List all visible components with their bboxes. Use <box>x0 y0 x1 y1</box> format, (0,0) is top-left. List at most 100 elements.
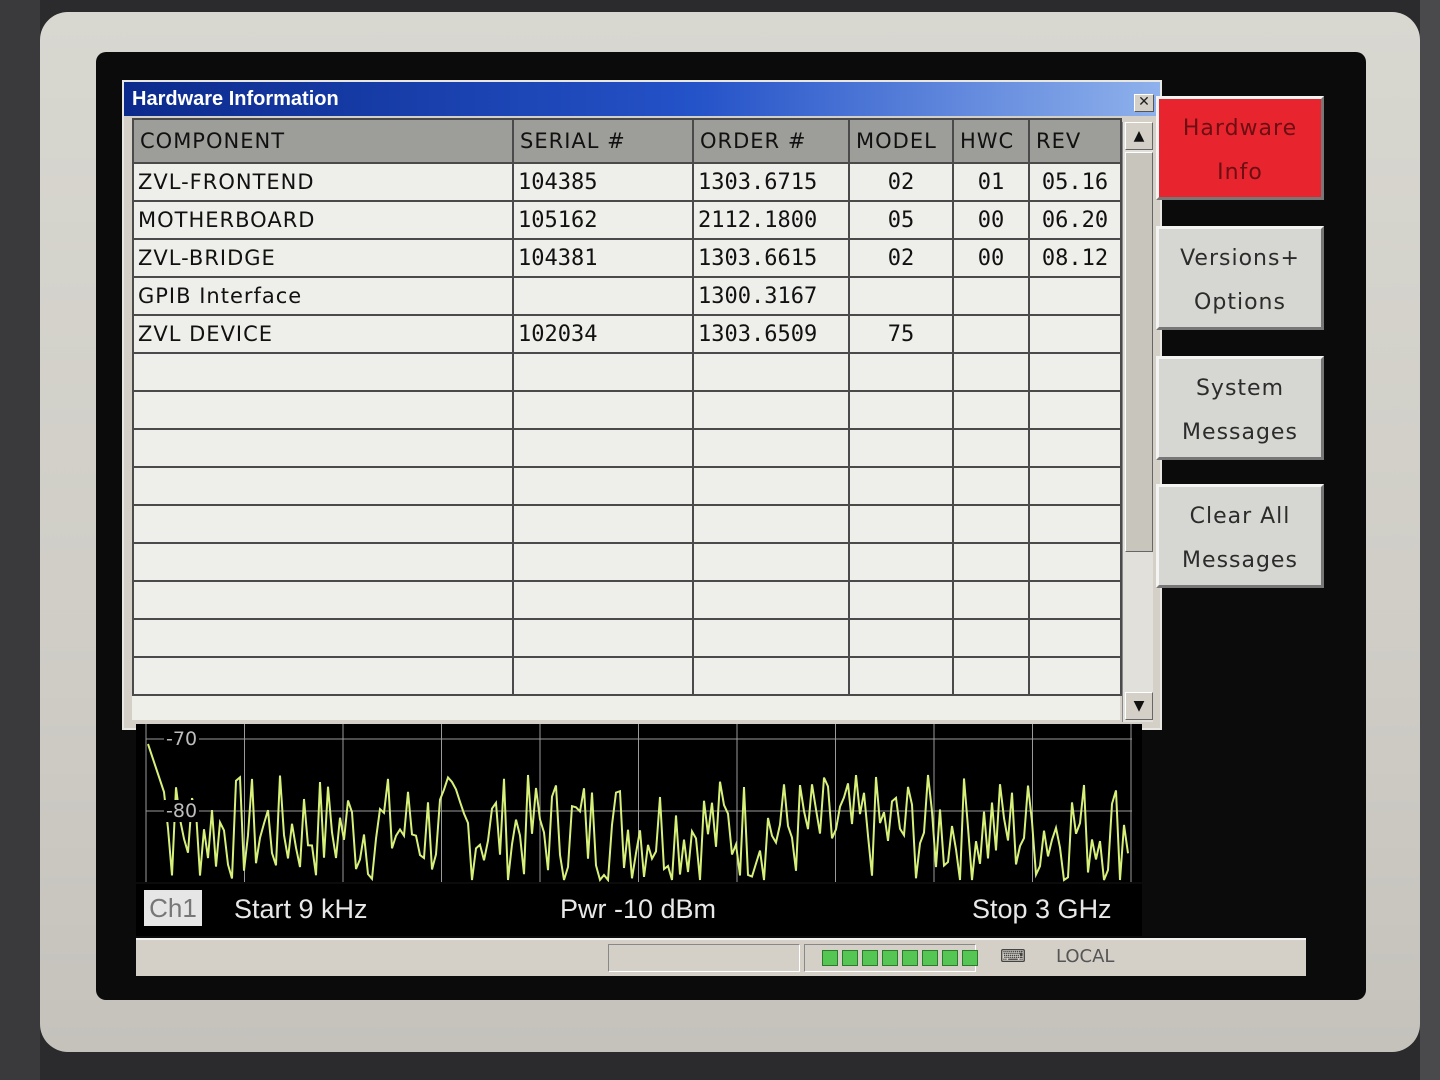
table-cell <box>1028 542 1122 582</box>
table-cell <box>1028 580 1122 620</box>
table-row[interactable] <box>132 352 1122 392</box>
table-cell <box>848 428 954 468</box>
table-row[interactable]: GPIB Interface 1300.3167 <box>132 276 1122 316</box>
right-edge <box>1420 0 1440 1080</box>
scroll-up-icon[interactable]: ▲ <box>1125 122 1153 150</box>
table-cell: 02 <box>848 238 954 278</box>
table-cell: 102034 <box>512 314 694 354</box>
table-cell <box>848 504 954 544</box>
table-row[interactable] <box>132 390 1122 430</box>
table-cell <box>848 390 954 430</box>
led-icon <box>942 950 958 966</box>
table-cell <box>952 618 1030 658</box>
table-cell: 00 <box>952 200 1030 240</box>
header-component[interactable]: COMPONENT <box>132 118 514 164</box>
table-cell <box>512 276 694 316</box>
table-row[interactable] <box>132 504 1122 544</box>
led-icon <box>882 950 898 966</box>
start-frequency: Start 9 kHz <box>234 894 368 924</box>
table-cell <box>952 656 1030 696</box>
table-cell <box>132 618 514 658</box>
table-cell: 104385 <box>512 162 694 202</box>
table-row[interactable] <box>132 428 1122 468</box>
softkey-label-line1: Hardware <box>1182 116 1298 141</box>
table-cell: 105162 <box>512 200 694 240</box>
table-cell: GPIB Interface <box>132 276 514 316</box>
table-cell: ZVL-BRIDGE <box>132 238 514 278</box>
led-icon <box>842 950 858 966</box>
softkey-label-line1: System <box>1195 376 1285 401</box>
table-row[interactable] <box>132 580 1122 620</box>
remote-mode-status: LOCAL <box>1056 946 1115 967</box>
table-row[interactable]: ZVL-BRIDGE 104381 1303.6615 02 00 08.12 <box>132 238 1122 278</box>
table-cell <box>952 504 1030 544</box>
table-cell <box>848 580 954 620</box>
header-rev[interactable]: REV <box>1028 118 1122 164</box>
table-cell: 00 <box>952 238 1030 278</box>
table-row[interactable] <box>132 466 1122 506</box>
hardware-info-dialog: Hardware Information ✕ COMPONENT SERIAL … <box>122 80 1162 730</box>
table-cell: 1300.3167 <box>692 276 850 316</box>
softkey-system-messages[interactable]: System Messages <box>1156 356 1324 460</box>
table-cell <box>132 428 514 468</box>
table-cell <box>692 656 850 696</box>
table-row[interactable]: ZVL-FRONTEND 104385 1303.6715 02 01 05.16 <box>132 162 1122 202</box>
table-cell <box>848 618 954 658</box>
table-scrollbar[interactable]: ▲ ▼ <box>1122 122 1153 722</box>
table-cell: 104381 <box>512 238 694 278</box>
table-cell <box>512 390 694 430</box>
table-row[interactable] <box>132 542 1122 582</box>
softkey-versions-options[interactable]: Versions+ Options <box>1156 226 1324 330</box>
table-cell <box>692 466 850 506</box>
table-cell: ZVL DEVICE <box>132 314 514 354</box>
table-cell: 02 <box>848 162 954 202</box>
table-cell <box>952 390 1030 430</box>
softkey-label-line1: Clear All <box>1189 504 1291 529</box>
table-cell: 2112.1800 <box>692 200 850 240</box>
table-cell <box>132 656 514 696</box>
table-cell <box>848 352 954 392</box>
channel-indicator[interactable]: Ch1 <box>144 890 202 926</box>
header-hwc[interactable]: HWC <box>952 118 1030 164</box>
table-cell <box>692 428 850 468</box>
table-cell <box>952 352 1030 392</box>
softkey-label-line2: Info <box>1217 160 1263 185</box>
table-cell <box>132 504 514 544</box>
scroll-down-icon[interactable]: ▼ <box>1125 692 1153 720</box>
softkey-label-line2: Options <box>1194 290 1286 315</box>
trace-graph <box>145 724 1132 882</box>
table-cell <box>848 656 954 696</box>
table-cell <box>692 504 850 544</box>
table-cell <box>692 542 850 582</box>
table-cell: 1303.6509 <box>692 314 850 354</box>
led-icon <box>862 950 878 966</box>
status-pane <box>608 944 800 972</box>
table-cell <box>1028 618 1122 658</box>
table-cell <box>848 542 954 582</box>
table-cell <box>692 390 850 430</box>
close-icon[interactable]: ✕ <box>1134 94 1154 112</box>
softkey-clear-all-messages[interactable]: Clear All Messages <box>1156 484 1324 588</box>
table-cell: 1303.6615 <box>692 238 850 278</box>
header-order[interactable]: ORDER # <box>692 118 850 164</box>
table-cell: 08.12 <box>1028 238 1122 278</box>
softkey-label-line2: Messages <box>1182 420 1298 445</box>
table-cell <box>512 618 694 658</box>
softkey-label-line2: Messages <box>1182 548 1298 573</box>
table-cell <box>1028 314 1122 354</box>
table-cell <box>1028 466 1122 506</box>
table-row[interactable] <box>132 656 1122 696</box>
softkey-hardware-info[interactable]: Hardware Info <box>1156 96 1324 200</box>
header-model[interactable]: MODEL <box>848 118 954 164</box>
table-cell: MOTHERBOARD <box>132 200 514 240</box>
keyboard-icon: ⌨ <box>1000 946 1026 967</box>
table-row[interactable]: ZVL DEVICE 102034 1303.6509 75 <box>132 314 1122 354</box>
table-cell <box>512 466 694 506</box>
header-serial[interactable]: SERIAL # <box>512 118 694 164</box>
led-icon <box>902 950 918 966</box>
table-row[interactable]: MOTHERBOARD 105162 2112.1800 05 00 06.20 <box>132 200 1122 240</box>
scroll-thumb[interactable] <box>1125 152 1153 552</box>
channel-info-bar: Ch1 Start 9 kHz Pwr -10 dBm Stop 3 GHz <box>136 884 1142 936</box>
table-row[interactable] <box>132 618 1122 658</box>
table-cell <box>848 466 954 506</box>
